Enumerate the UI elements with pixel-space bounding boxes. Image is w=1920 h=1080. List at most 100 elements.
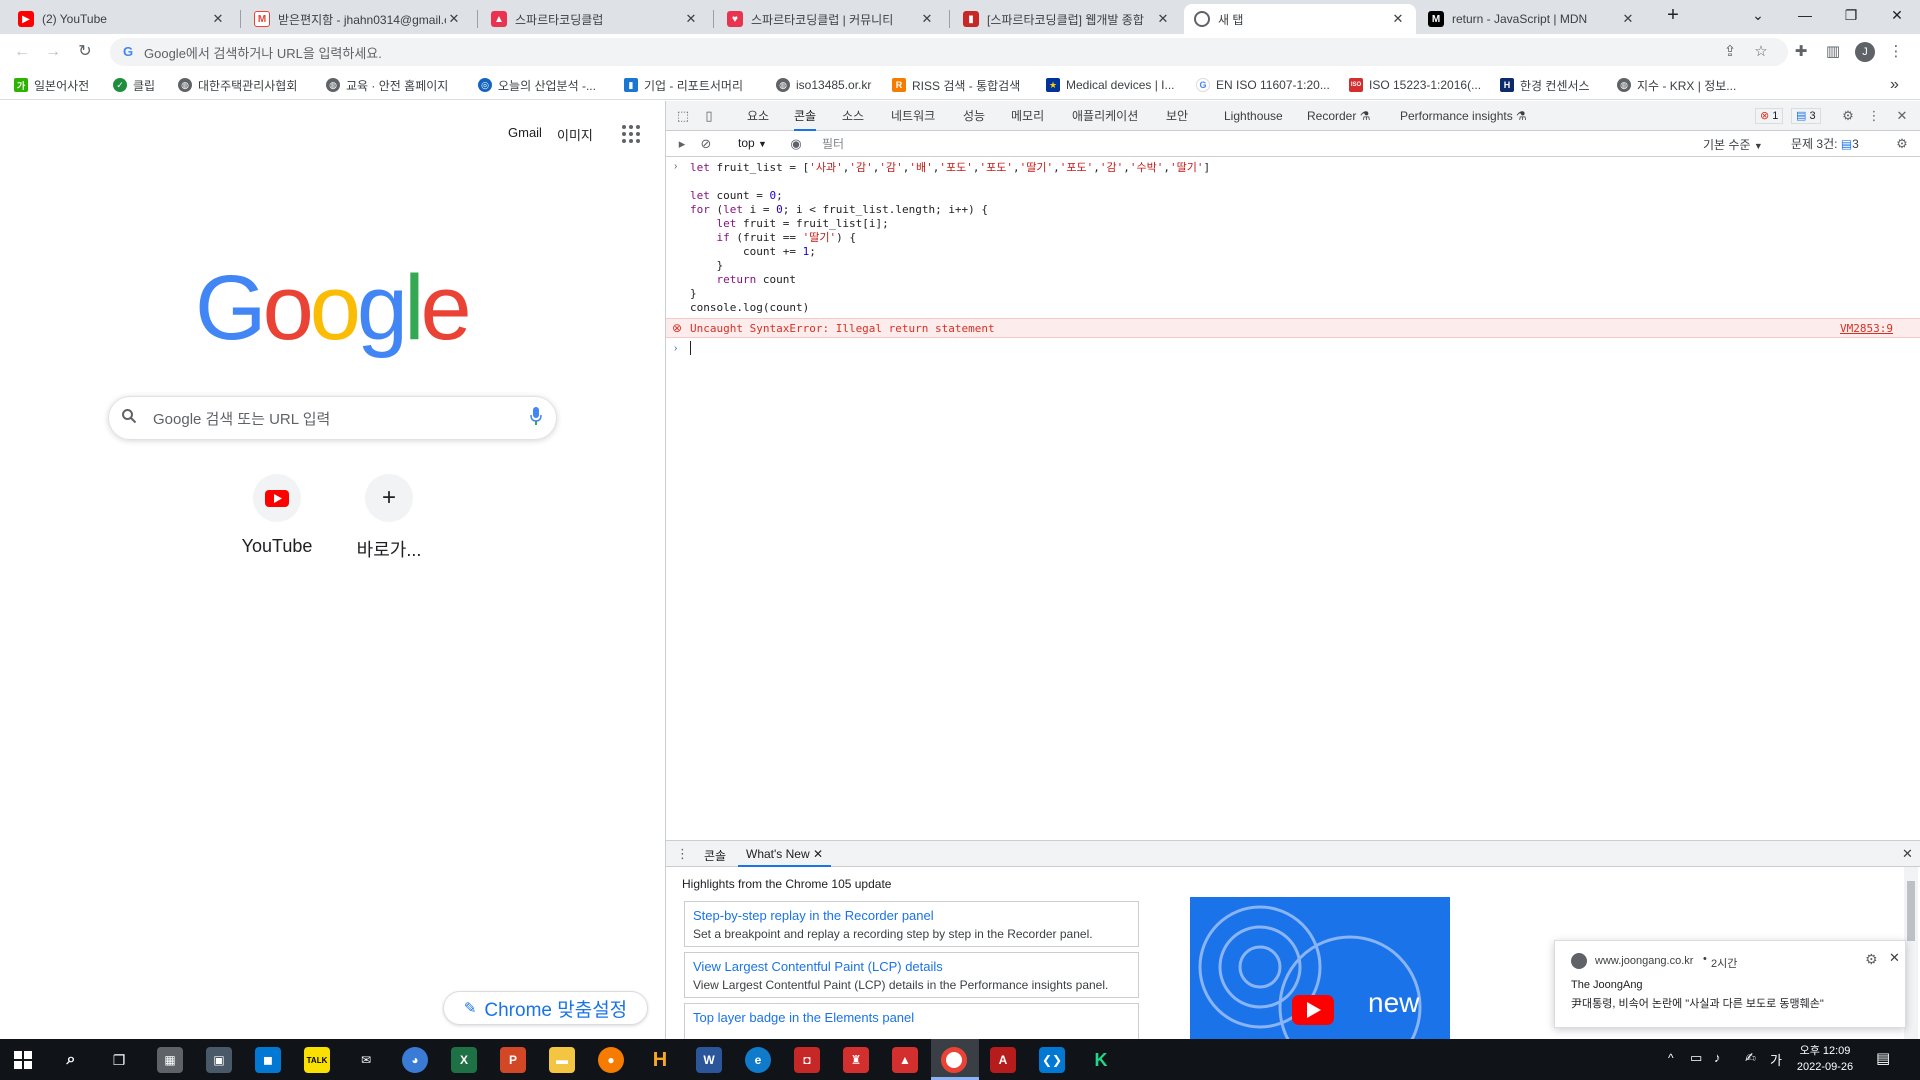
bookmark-item[interactable]: 가 일본어사전	[14, 76, 89, 94]
minimize-button[interactable]: —	[1782, 0, 1828, 30]
whats-new-card[interactable]: Top layer badge in the Elements panel	[684, 1003, 1139, 1040]
network-icon[interactable]: ▭	[1690, 1050, 1702, 1066]
chrome-icon[interactable]	[941, 1047, 967, 1073]
excel-icon[interactable]: X	[451, 1047, 477, 1073]
console-input-caret[interactable]	[690, 341, 691, 355]
tab-console[interactable]: 콘솔	[794, 101, 817, 131]
tab-gmail[interactable]: M 받은편지함 - jhahn0314@gmail.c ✕	[244, 4, 472, 34]
images-link[interactable]: 이미지	[557, 125, 593, 144]
drawer-tab-console[interactable]: 콘솔	[704, 847, 726, 864]
share-icon[interactable]: ⇪	[1720, 42, 1740, 62]
profile-avatar[interactable]: J	[1855, 42, 1875, 62]
close-icon[interactable]: ✕	[1620, 11, 1636, 27]
sidebar-toggle-icon[interactable]: ▸	[674, 136, 690, 152]
tab-sparta-webdev[interactable]: ▮ [스파르타코딩클럽] 웹개발 종합 ✕	[953, 4, 1181, 34]
back-button[interactable]: ←	[10, 40, 34, 64]
bookmark-item[interactable]: H 한경 컨센서스	[1500, 76, 1590, 94]
whats-new-card[interactable]: View Largest Contentful Paint (LCP) deta…	[684, 952, 1139, 998]
notification-center-icon[interactable]: ▤	[1876, 1049, 1890, 1067]
extensions-icon[interactable]: ✚	[1791, 42, 1811, 62]
tab-performance-insights[interactable]: Performance insights ⚗	[1400, 101, 1527, 131]
word-icon[interactable]: W	[696, 1047, 722, 1073]
search-icon[interactable]: ⌕	[58, 1047, 84, 1073]
bookmark-item[interactable]: ◎ 오늘의 산업분석 -...	[478, 76, 596, 94]
app-icon[interactable]: ♜	[843, 1047, 869, 1073]
close-icon[interactable]: ✕	[813, 847, 823, 861]
tab-sources[interactable]: 소스	[842, 101, 864, 131]
tab-youtube[interactable]: ▶ (2) YouTube ✕	[8, 4, 236, 34]
close-icon[interactable]: ✕	[683, 11, 699, 27]
apps-grid-icon[interactable]	[622, 125, 640, 143]
tab-security[interactable]: 보안	[1166, 101, 1188, 131]
tab-new-tab[interactable]: 새 탭 ✕	[1184, 4, 1416, 34]
close-icon[interactable]: ✕	[1155, 11, 1171, 27]
log-levels-dropdown[interactable]: 기본 수준 ▼	[1703, 136, 1763, 153]
app-icon[interactable]: ◘	[794, 1047, 820, 1073]
news-notification[interactable]: www.joongang.co.kr 2시간 • ⚙ ✕ The JoongAn…	[1554, 940, 1906, 1028]
tab-recorder[interactable]: Recorder ⚗	[1307, 101, 1370, 131]
tab-lighthouse[interactable]: Lighthouse	[1224, 101, 1283, 131]
mail-icon[interactable]: ✉	[353, 1047, 379, 1073]
bookmark-item[interactable]: ✓ 클립	[113, 76, 155, 94]
maximize-button[interactable]: ❐	[1828, 0, 1874, 30]
edge-icon[interactable]: e	[745, 1047, 771, 1073]
hangul-icon[interactable]: H	[647, 1047, 673, 1073]
bookmark-item[interactable]: ◍ 대한주택관리사협회	[178, 76, 297, 94]
issues-button[interactable]: 문제 3건: ▤3	[1791, 135, 1859, 152]
bookmark-item[interactable]: ★ Medical devices | I...	[1046, 76, 1175, 94]
close-icon[interactable]: ✕	[210, 11, 226, 27]
shortcut-youtube[interactable]: YouTube	[221, 474, 333, 557]
app-icon[interactable]: ▲	[892, 1047, 918, 1073]
card-title[interactable]: Top layer badge in the Elements panel	[693, 1010, 1130, 1025]
tab-sparta-community[interactable]: ♥ 스파르타코딩클럽 | 커뮤니티 ✕	[717, 4, 945, 34]
bookmark-item[interactable]: ◍ iso13485.or.kr	[776, 76, 871, 94]
ime-indicator[interactable]: 가	[1770, 1050, 1782, 1069]
search-input[interactable]: Google 검색 또는 URL 입력	[149, 408, 516, 429]
drawer-menu-icon[interactable]: ⋮	[676, 846, 689, 862]
settings-gear-icon[interactable]: ⚙	[1840, 108, 1856, 124]
close-icon[interactable]: ✕	[1889, 950, 1900, 966]
task-view-icon[interactable]: ❐	[106, 1047, 132, 1073]
notification-settings-gear-icon[interactable]: ⚙	[1865, 951, 1878, 968]
more-options-icon[interactable]: ⋮	[1866, 108, 1882, 124]
pycharm-icon[interactable]: K	[1088, 1047, 1114, 1073]
tab-network[interactable]: 네트워크	[891, 101, 935, 131]
error-count-badge[interactable]: ⊗ 1	[1755, 108, 1784, 124]
app-icon[interactable]: ◕	[402, 1047, 428, 1073]
bookmark-item[interactable]: R RISS 검색 - 통합검색	[892, 76, 1020, 94]
clock[interactable]: 오후 12:09 2022-09-26	[1796, 1043, 1854, 1075]
clear-console-icon[interactable]: ⊘	[698, 136, 714, 152]
tab-elements[interactable]: 요소	[747, 101, 769, 131]
kakaotalk-icon[interactable]: TALK	[304, 1047, 330, 1073]
close-icon[interactable]: ✕	[1390, 11, 1406, 27]
shortcut-add[interactable]: + 바로가...	[333, 474, 445, 562]
tab-mdn[interactable]: M return - JavaScript | MDN ✕	[1418, 4, 1646, 34]
message-count-badge[interactable]: ▤ 3	[1791, 108, 1821, 124]
calculator-icon[interactable]: ▦	[157, 1047, 183, 1073]
more-bookmarks-button[interactable]: »	[1890, 76, 1899, 94]
volume-icon[interactable]: ♪	[1714, 1050, 1721, 1065]
powerpoint-icon[interactable]: P	[500, 1047, 526, 1073]
drawer-scrollbar[interactable]	[1904, 867, 1918, 1040]
app-icon[interactable]: ▣	[206, 1047, 232, 1073]
tab-search-button[interactable]: ⌄	[1735, 0, 1781, 30]
console-filter-input[interactable]: 필터	[816, 134, 1686, 154]
bookmark-item[interactable]: ◍ 지수 - KRX | 정보...	[1617, 76, 1736, 94]
close-drawer-icon[interactable]: ✕	[1902, 846, 1913, 862]
scrollbar-thumb[interactable]	[1907, 881, 1915, 941]
tab-memory[interactable]: 메모리	[1011, 101, 1044, 131]
drawer-tab-whats-new[interactable]: What's New ✕	[738, 841, 832, 867]
menu-icon[interactable]: ⋮	[1886, 42, 1906, 62]
context-selector[interactable]: top ▼	[738, 136, 767, 150]
side-panel-icon[interactable]: ▥	[1823, 42, 1843, 62]
device-toolbar-icon[interactable]: ▯	[701, 108, 717, 124]
tray-expand-icon[interactable]: ^	[1668, 1051, 1674, 1065]
tab-sparta[interactable]: ▲ 스파르타코딩클럽 ✕	[481, 4, 709, 34]
whats-new-card[interactable]: Step-by-step replay in the Recorder pane…	[684, 901, 1139, 947]
close-icon[interactable]: ✕	[919, 11, 935, 27]
error-source-link[interactable]: VM2853:9	[1840, 322, 1893, 336]
live-expression-eye-icon[interactable]: ◉	[788, 136, 804, 152]
inspect-element-icon[interactable]: ⬚	[675, 108, 691, 124]
reload-button[interactable]: ↻	[73, 40, 97, 64]
gmail-link[interactable]: Gmail	[508, 125, 542, 140]
